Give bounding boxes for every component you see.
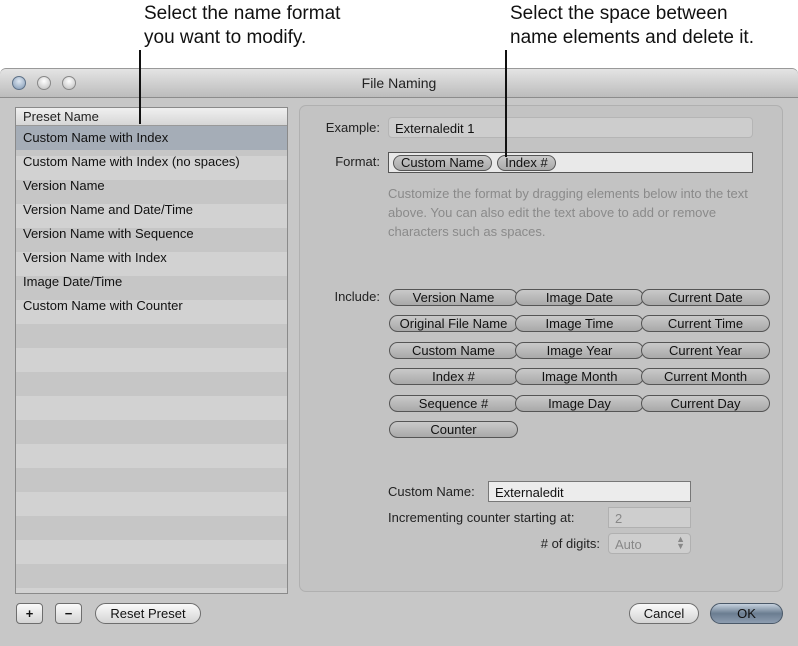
preset-name-column-header[interactable]: Preset Name [16,108,287,126]
callout-text: name elements and delete it. [510,27,754,48]
digits-label: # of digits: [540,536,600,551]
preset-list-item[interactable]: Version Name [16,174,287,198]
preset-list[interactable]: Preset Name Custom Name with Index Custom… [15,107,288,594]
preset-list-item[interactable]: Version Name with Sequence [16,222,287,246]
help-text: Customize the format by dragging element… [388,186,748,239]
callout-right: Select the space between name elements a… [510,2,754,50]
include-token[interactable]: Index # [389,368,518,386]
format-label: Format: [335,154,380,169]
include-token[interactable]: Current Day [641,394,770,412]
reset-preset-button[interactable]: Reset Preset [95,603,201,624]
callout-text: you want to modify. [144,27,307,48]
preset-list-item[interactable]: Custom Name with Counter [16,294,287,318]
custom-name-label: Custom Name: [388,484,475,499]
preset-list-item[interactable]: Image Date/Time [16,270,287,294]
include-token[interactable]: Image Day [515,394,644,412]
include-token[interactable]: Image Year [515,341,644,359]
callout-left: Select the name format you want to modif… [144,2,340,50]
include-token[interactable]: Custom Name [389,341,518,359]
digits-select[interactable]: Auto ▲ ▼ [608,533,691,554]
include-token[interactable]: Version Name [389,289,518,306]
format-field[interactable]: Custom Name Index # [388,152,753,173]
updown-arrows-icon: ▲ ▼ [676,534,685,551]
include-label: Include: [334,289,380,304]
include-token[interactable]: Current Time [641,315,770,333]
counter-label: Incrementing counter starting at: [388,510,575,525]
callout-line-left [139,50,141,124]
preset-list-item[interactable]: Version Name with Index [16,246,287,270]
digits-value: Auto [615,537,642,552]
include-token[interactable]: Current Date [641,289,770,306]
format-token[interactable]: Index # [497,155,556,171]
include-token[interactable]: Original File Name [389,315,518,333]
cancel-button[interactable]: Cancel [629,603,699,624]
callout-text: Select the space between [510,3,728,24]
preset-list-item[interactable]: Custom Name with Index (no spaces) [16,150,287,174]
include-token[interactable]: Current Year [641,341,770,359]
format-token[interactable]: Custom Name [393,155,493,171]
counter-input[interactable]: 2 [608,507,691,528]
title-bar: File Naming [0,69,798,98]
remove-preset-button[interactable]: − [55,603,82,624]
include-token[interactable]: Current Month [641,368,770,386]
preset-list-item[interactable]: Custom Name with Index [16,126,287,150]
window-title: File Naming [361,75,437,91]
preset-list-item[interactable]: Version Name and Date/Time [16,198,287,222]
include-token[interactable]: Counter [389,421,518,438]
ok-button[interactable]: OK [710,603,783,624]
include-token[interactable]: Image Month [515,368,644,386]
include-token[interactable]: Image Time [515,315,644,333]
example-field: Externaledit 1 [388,117,753,138]
format-panel: Example: Externaledit 1 Format: Custom N… [299,105,783,592]
file-naming-window: File Naming Preset Name Custom Name with… [0,68,798,646]
callout-line-right [505,50,507,157]
include-token[interactable]: Sequence # [389,394,518,412]
example-label: Example: [325,120,380,135]
add-preset-button[interactable]: + [16,603,43,624]
callout-text: Select the name format [144,3,341,24]
custom-name-input[interactable]: Externaledit [488,481,691,502]
include-token[interactable]: Image Date [515,289,644,306]
